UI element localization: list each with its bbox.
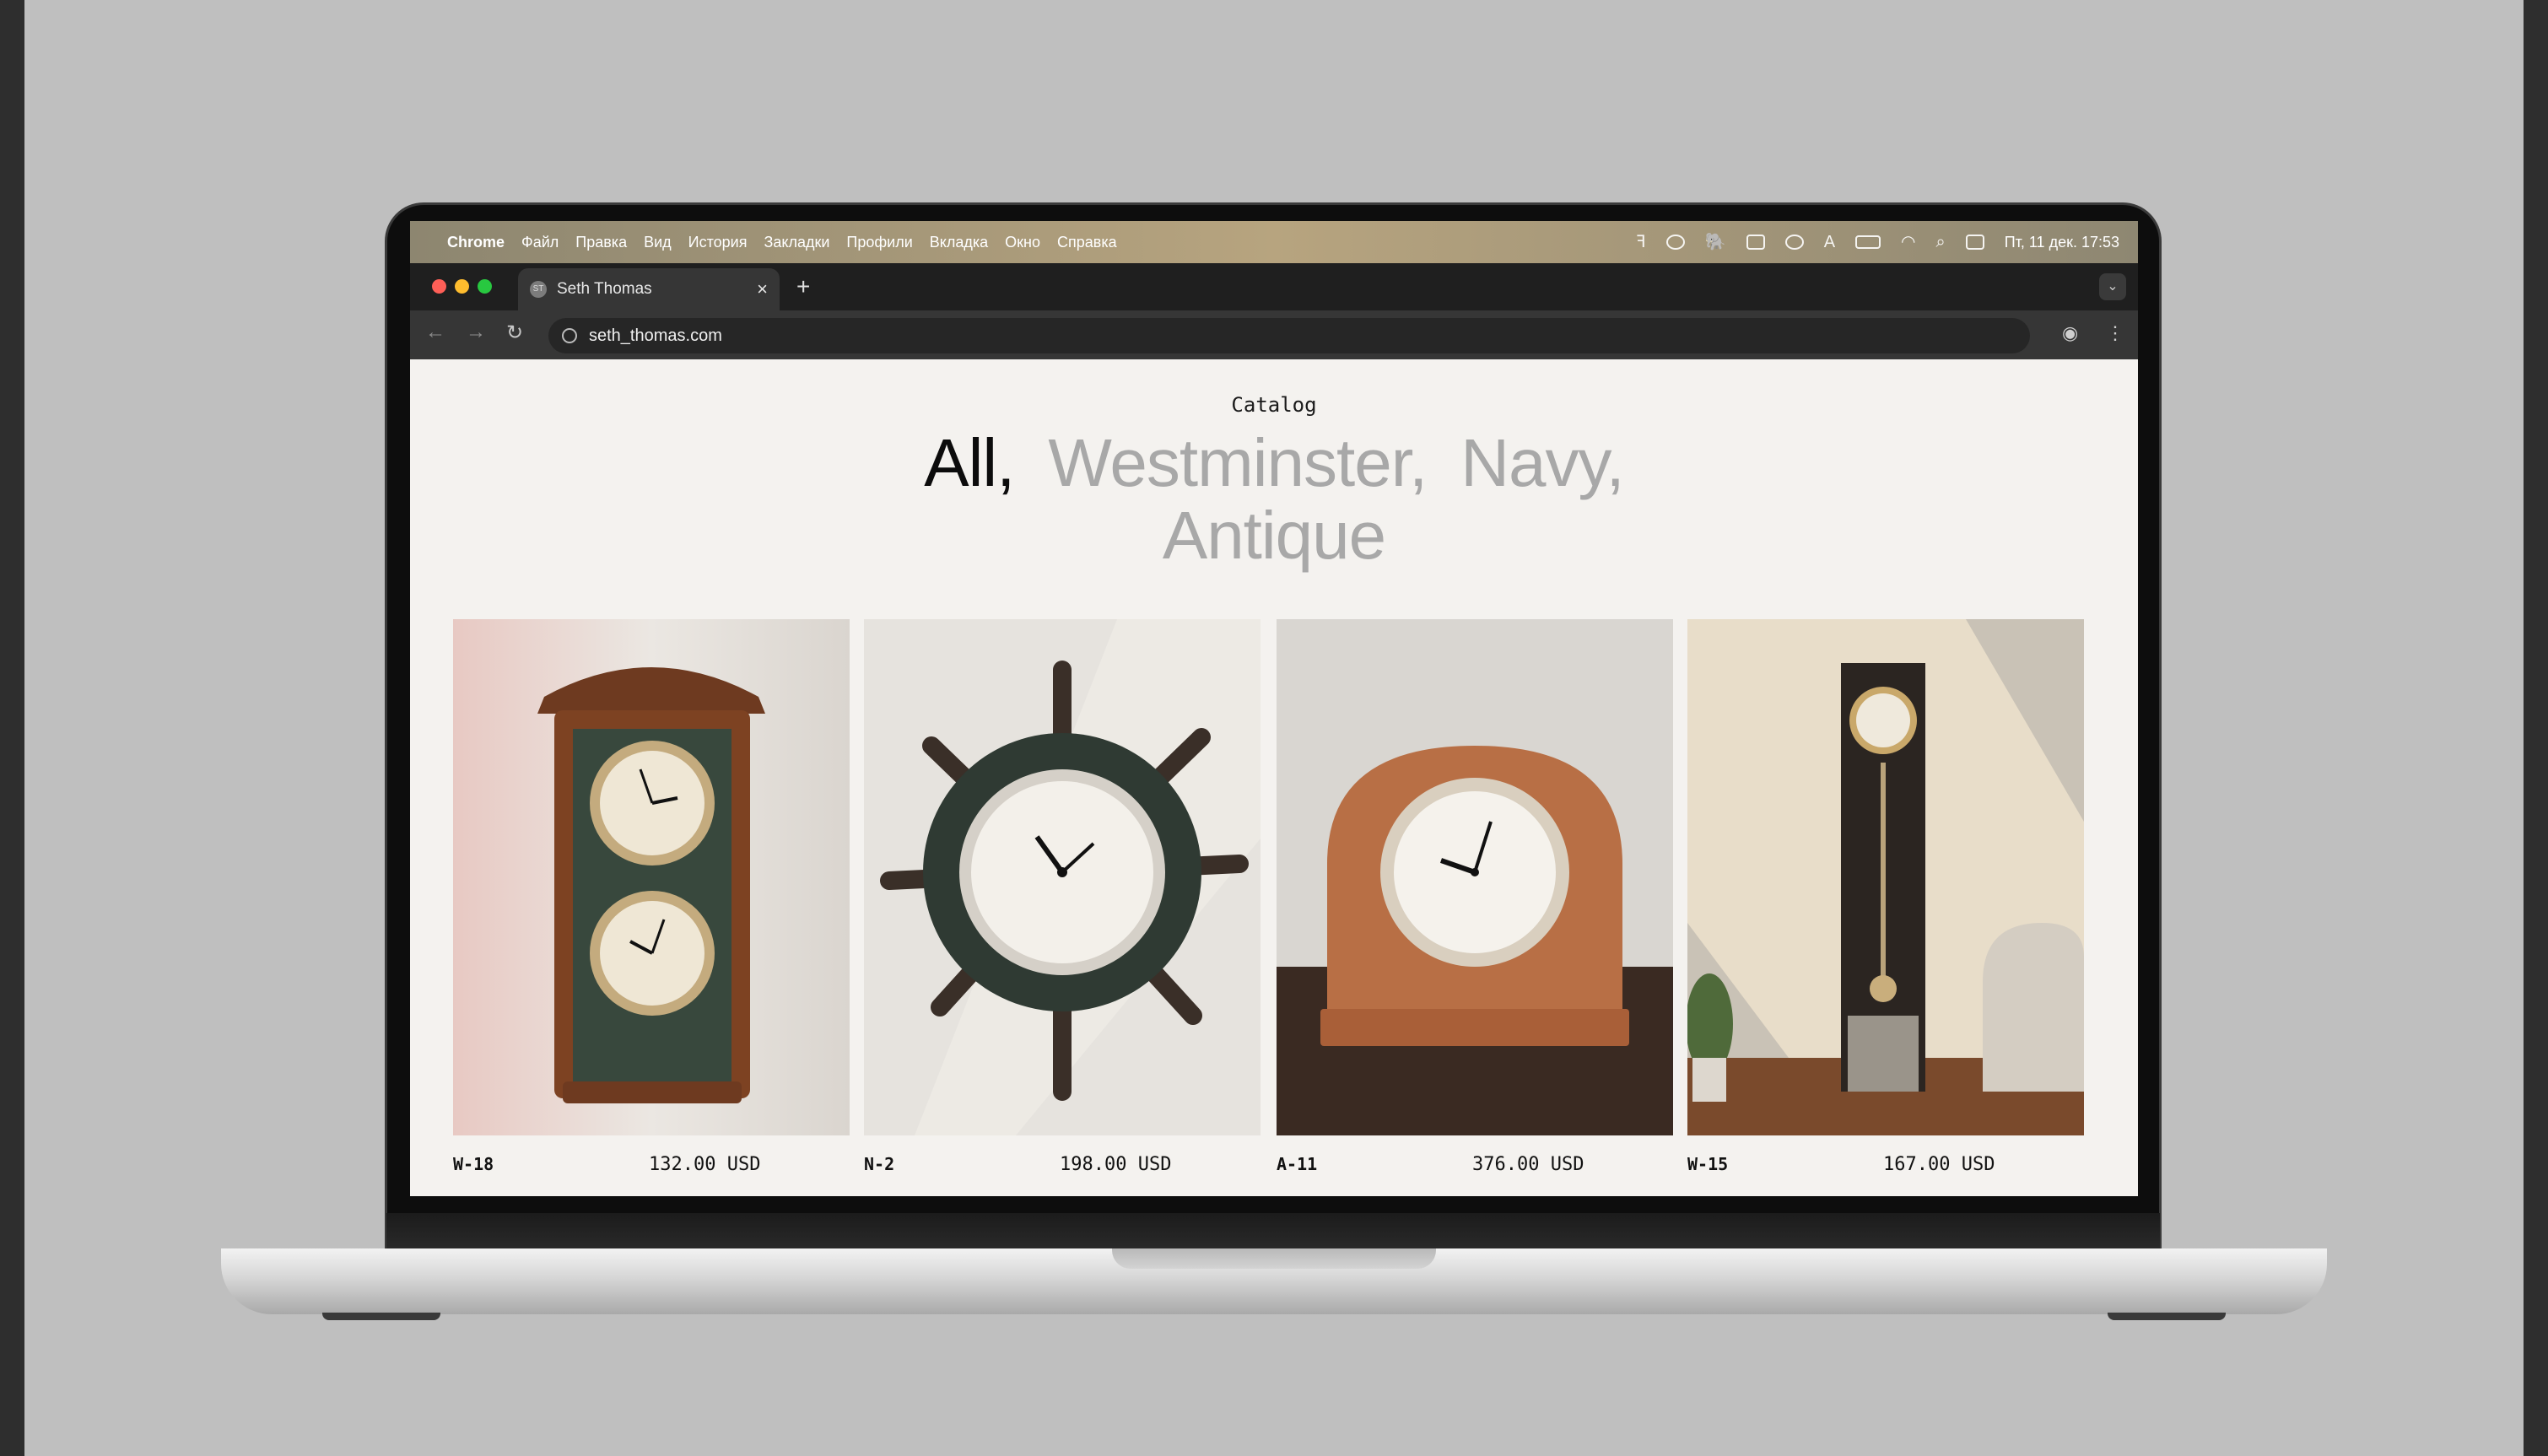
tab-search-dropdown-icon[interactable]: ⌄	[2099, 273, 2126, 300]
figma-icon[interactable]: ꟻ	[1636, 234, 1646, 251]
input-source-icon[interactable]: A	[1824, 234, 1835, 251]
menubar-clock[interactable]: Пт, 11 дек. 17:53	[2005, 234, 2119, 251]
backdrop-edge-right	[2524, 0, 2548, 1456]
laptop-foot	[322, 1313, 440, 1320]
menu-help[interactable]: Справка	[1057, 234, 1117, 251]
forward-arrow-icon[interactable]: →	[466, 321, 486, 344]
product-name[interactable]: N-2	[864, 1154, 894, 1174]
product-image[interactable]	[1687, 619, 2084, 1135]
mantel-clock-image	[1277, 619, 1673, 1135]
control-center-icon[interactable]	[1965, 235, 1984, 250]
product-name[interactable]: A-11	[1277, 1154, 1317, 1174]
product-card[interactable]: A-11 376.00 USD	[1277, 619, 1673, 1175]
product-name[interactable]: W-18	[453, 1154, 494, 1174]
filter-antique[interactable]: Antique	[1163, 499, 1386, 572]
minimize-window-button[interactable]	[455, 279, 469, 294]
spotlight-search-icon[interactable]: ⌕	[1935, 234, 1945, 251]
profile-icon[interactable]: ◉	[2062, 322, 2078, 344]
filter-westminster[interactable]: Westminster,	[1048, 427, 1428, 499]
browser-tab-active[interactable]: ST Seth Thomas ×	[518, 268, 780, 310]
battery-icon[interactable]	[1855, 235, 1881, 249]
elephant-icon[interactable]: 🐘	[1705, 234, 1726, 251]
airdrop-icon[interactable]	[1665, 235, 1685, 250]
laptop-hinge	[386, 1213, 2160, 1252]
tab-favicon-icon: ST	[530, 281, 547, 298]
play-icon[interactable]	[1784, 235, 1804, 250]
menu-history[interactable]: История	[688, 234, 748, 251]
filter-navy[interactable]: Navy,	[1460, 427, 1625, 499]
product-card[interactable]: W-15 167.00 USD	[1687, 619, 2084, 1175]
browser-toolbar: ← → ↻ seth_thomas.com ◉ ⋮	[410, 310, 2138, 359]
menu-profiles[interactable]: Профили	[846, 234, 912, 251]
product-image[interactable]	[453, 619, 850, 1135]
product-card[interactable]: W-18 132.00 USD	[453, 619, 850, 1175]
laptop-foot	[2108, 1313, 2226, 1320]
double-dial-wall-clock-image	[453, 619, 850, 1135]
backdrop-edge-left	[0, 0, 24, 1456]
catalog-heading: Catalog	[1231, 393, 1317, 417]
laptop-screen: Chrome Файл Правка Вид История Закладки …	[410, 221, 2138, 1196]
product-price: 376.00 USD	[1472, 1154, 1584, 1175]
reload-icon[interactable]: ↻	[506, 321, 523, 345]
product-price: 132.00 USD	[649, 1154, 761, 1175]
menu-tab[interactable]: Вкладка	[930, 234, 988, 251]
menubar-status-area: ꟻ 🐘 A ◠ ⌕ Пт, 11 дек. 17:53	[1636, 234, 2119, 251]
address-bar[interactable]: seth_thomas.com	[548, 318, 2030, 353]
ship-wheel-clock-image	[864, 619, 1261, 1135]
menu-edit[interactable]: Правка	[575, 234, 627, 251]
menu-bookmarks[interactable]: Закладки	[764, 234, 829, 251]
tab-close-icon[interactable]: ×	[757, 278, 768, 300]
pendulum-floor-clock-image	[1687, 619, 2084, 1135]
chrome-menu-icon[interactable]: ⋮	[2106, 322, 2124, 344]
menu-view[interactable]: Вид	[644, 234, 672, 251]
product-price: 198.00 USD	[1060, 1154, 1172, 1175]
product-image[interactable]	[1277, 619, 1673, 1135]
zoom-window-button[interactable]	[478, 279, 492, 294]
product-card[interactable]: N-2 198.00 USD	[864, 619, 1261, 1175]
product-price: 167.00 USD	[1883, 1154, 1995, 1175]
filter-all[interactable]: All,	[924, 427, 1015, 499]
catalog-page: Catalog All, Westminster, Navy, Antique	[410, 359, 2138, 1196]
product-image[interactable]	[864, 619, 1261, 1135]
menu-window[interactable]: Окно	[1005, 234, 1040, 251]
new-tab-icon[interactable]: +	[796, 273, 810, 300]
close-window-button[interactable]	[432, 279, 446, 294]
tab-title: Seth Thomas	[557, 280, 652, 298]
back-arrow-icon[interactable]: ←	[425, 321, 445, 344]
address-bar-url[interactable]: seth_thomas.com	[589, 326, 722, 346]
wifi-icon[interactable]: ◠	[1901, 234, 1915, 251]
laptop-notch	[1112, 1248, 1436, 1269]
site-info-icon[interactable]	[562, 328, 577, 343]
browser-tab-strip: ST Seth Thomas × + ⌄	[410, 263, 2138, 310]
product-name[interactable]: W-15	[1687, 1154, 1728, 1174]
menu-file[interactable]: Файл	[521, 234, 559, 251]
menu-app-name[interactable]: Chrome	[447, 234, 505, 251]
category-filters: All, Westminster, Navy, Antique	[883, 427, 1665, 572]
mac-menubar: Chrome Файл Правка Вид История Закладки …	[410, 221, 2138, 263]
keyboard-icon[interactable]	[1746, 235, 1765, 250]
